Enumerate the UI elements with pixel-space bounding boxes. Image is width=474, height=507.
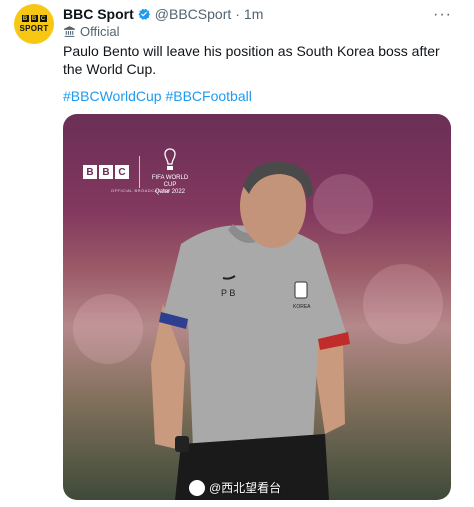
verified-badge-icon bbox=[138, 8, 150, 20]
official-text: Official bbox=[80, 24, 120, 39]
author-handle[interactable]: @BBCSport bbox=[155, 6, 231, 22]
hashtag-link[interactable]: #BBCFootball bbox=[165, 88, 251, 104]
crest-text: KOREA bbox=[293, 304, 311, 310]
bbc-block: B bbox=[21, 15, 29, 22]
bbc-block: B bbox=[30, 15, 38, 22]
avatar-label: SPORT bbox=[19, 24, 49, 33]
credit-text: @西北望看台 bbox=[209, 481, 282, 495]
hashtag-link[interactable]: #BBCWorldCup bbox=[63, 88, 162, 104]
shirt-initials: P B bbox=[221, 288, 235, 298]
author-name[interactable]: BBC Sport bbox=[63, 6, 134, 22]
official-label: Official bbox=[63, 24, 120, 39]
bbc-block: C bbox=[39, 15, 47, 22]
image-credit: @西北望看台 bbox=[189, 479, 281, 496]
hashtags: #BBCWorldCup #BBCFootball bbox=[63, 88, 252, 104]
separator-dot: · bbox=[235, 6, 240, 22]
more-options-icon[interactable]: ··· bbox=[433, 6, 452, 24]
avatar[interactable]: B B C SPORT bbox=[14, 4, 54, 44]
tweet-header: BBC Sport @BBCSport · 1m bbox=[63, 5, 263, 23]
bbc-logo: B B C bbox=[21, 15, 47, 22]
wrist-watch-icon bbox=[175, 436, 189, 452]
photo-subject: P B KOREA bbox=[151, 161, 350, 500]
government-building-icon bbox=[64, 26, 75, 37]
weibo-logo-icon bbox=[189, 479, 205, 496]
korea-crest-icon bbox=[294, 281, 308, 299]
tweet-media-image[interactable]: B B C FIFA WORLD CUP Qatar 2022 OFFICIAL… bbox=[63, 114, 451, 500]
tweet: B B C SPORT BBC Sport @BBCSport · 1m ···… bbox=[0, 0, 474, 507]
tweet-text: Paulo Bento will leave his position as S… bbox=[63, 43, 440, 77]
timestamp[interactable]: 1m bbox=[244, 6, 263, 22]
grey-shirt bbox=[161, 225, 348, 449]
